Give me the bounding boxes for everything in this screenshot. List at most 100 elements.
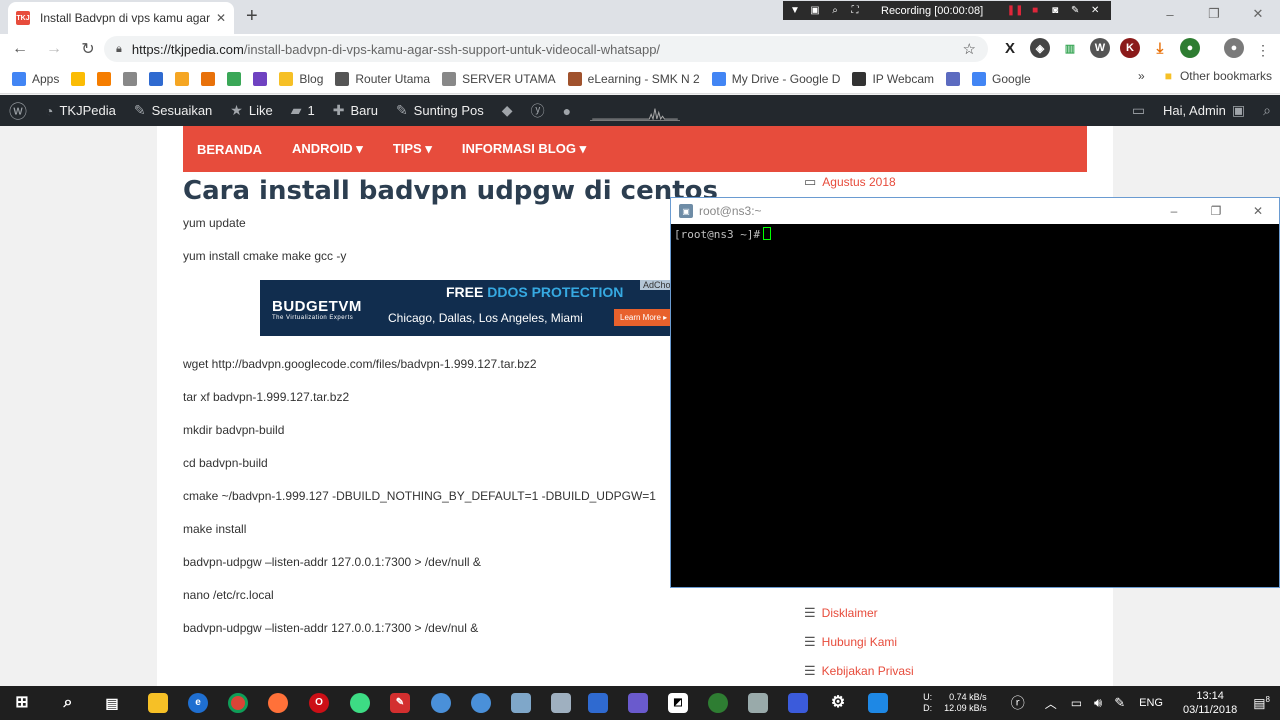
profile-avatar[interactable]: ● [1224, 38, 1244, 58]
terminal-minimize-button[interactable]: – [1153, 198, 1195, 224]
diamond-icon[interactable]: ◆ [493, 102, 522, 119]
taskbar-opera[interactable]: O [299, 686, 339, 720]
maximize-button[interactable]: ❐ [1192, 0, 1236, 28]
action-center-icon[interactable]: ▤8 [1253, 695, 1270, 711]
wordpress-logo-icon[interactable]: ⓦ [0, 98, 36, 124]
yoast-icon[interactable]: ⓨ [522, 101, 554, 121]
bookmark-item[interactable] [227, 71, 242, 86]
nav-tips[interactable]: TIPS ▾ [393, 141, 432, 157]
bookmark-item[interactable] [149, 71, 164, 86]
taskbar-app-5[interactable] [578, 686, 618, 720]
pen-icon[interactable]: ✎ [1069, 5, 1081, 17]
taskbar-file-explorer[interactable] [138, 686, 178, 720]
notification-icon[interactable]: ▭ [1123, 102, 1154, 119]
taskbar-chrome[interactable] [218, 686, 258, 720]
status-dot-icon[interactable]: ● [554, 103, 580, 119]
terminal-maximize-button[interactable]: ❐ [1195, 198, 1237, 224]
wordpress-extension-icon[interactable]: W [1090, 38, 1110, 58]
lock-icon[interactable]: 🔒︎ [116, 43, 122, 56]
bookmark-item[interactable] [946, 71, 961, 86]
page-link-disklaimer[interactable]: ☰ Disklaimer [804, 605, 878, 621]
taskbar-app-1[interactable] [421, 686, 461, 720]
wp-site-link[interactable]: ◔ TKJPedia [36, 103, 125, 119]
taskbar-app-10[interactable] [778, 686, 818, 720]
taskbar-settings[interactable]: ⚙ [818, 686, 858, 720]
task-view-button[interactable]: ▤ [92, 686, 132, 720]
wp-comments-link[interactable]: ▰ 1 [282, 102, 324, 119]
page-link-hubungi[interactable]: ☰ Hubungi Kami [804, 634, 897, 650]
volume-icon[interactable]: 🔊︎ [1094, 695, 1102, 711]
chevron-up-icon[interactable]: ︿ [1045, 695, 1057, 712]
minimize-button[interactable]: – [1148, 0, 1192, 28]
download-extension-icon[interactable]: ⤓ [1150, 38, 1170, 58]
bookmark-item[interactable] [253, 71, 268, 86]
stop-icon[interactable]: ■ [1029, 5, 1041, 17]
nav-beranda[interactable]: BERANDA [197, 142, 262, 157]
bookmark-star-icon[interactable]: ☆ [963, 40, 976, 58]
tab-close-icon[interactable]: ✕ [216, 11, 226, 25]
bookmark-item[interactable]: My Drive - Google D [711, 71, 840, 86]
archive-link[interactable]: ▭ Agustus 2018 [804, 174, 896, 190]
taskbar-red-app[interactable]: ✎ [380, 686, 420, 720]
pause-icon[interactable]: ❚❚ [1007, 5, 1024, 17]
taskbar-app-9[interactable] [738, 686, 778, 720]
taskbar-app-2[interactable] [461, 686, 501, 720]
bookmark-item[interactable] [71, 71, 86, 86]
camera-icon[interactable]: ◙ [1049, 5, 1061, 17]
page-link-privasi[interactable]: ☰ Kebijakan Privasi [804, 663, 914, 679]
clock[interactable]: 13:14 03/11/2018 [1183, 689, 1237, 717]
x-extension-icon[interactable]: X [1000, 38, 1020, 58]
taskbar-app-4[interactable] [541, 686, 581, 720]
wp-customize-link[interactable]: ✎ Sesuaikan [125, 102, 221, 119]
ad-banner[interactable]: BUDGETVM The Virtualization Experts FREE … [260, 280, 680, 336]
window-select-icon[interactable]: ▣ [809, 5, 821, 17]
close-button[interactable]: ✕ [1236, 0, 1280, 28]
zoom-icon[interactable]: ⌕ [829, 5, 841, 17]
bookmark-item[interactable]: SERVER UTAMA [442, 71, 556, 86]
terminal-window[interactable]: ▣ root@ns3:~ – ❐ ✕ [root@ns3 ~]# [670, 197, 1280, 588]
taskbar-app-8[interactable] [698, 686, 738, 720]
bookmark-item[interactable]: IP Webcam [852, 71, 934, 86]
wp-account-menu[interactable]: Hai, Admin ▣ [1154, 102, 1254, 119]
terminal-close-button[interactable]: ✕ [1237, 198, 1279, 224]
bookmark-item[interactable]: Blog [279, 71, 323, 86]
shield-extension-icon[interactable]: ◈ [1030, 38, 1050, 58]
pen-icon[interactable]: ✎ [1114, 695, 1125, 711]
search-icon[interactable]: ⌕ [1254, 102, 1280, 119]
search-button[interactable]: ⌕ [48, 686, 88, 720]
terminal-titlebar[interactable]: ▣ root@ns3:~ – ❐ ✕ [671, 198, 1279, 224]
taskbar-edge[interactable]: e [178, 686, 218, 720]
new-tab-button[interactable]: + [246, 5, 258, 28]
bookmark-item[interactable]: eLearning - SMK N 2 [567, 71, 700, 86]
bookmark-item[interactable] [175, 71, 190, 86]
taskbar-firefox[interactable] [258, 686, 298, 720]
ad-learn-more-button[interactable]: Learn More ▸ [614, 309, 674, 326]
wp-like-link[interactable]: ★ Like [221, 102, 281, 119]
terminal-output[interactable]: [root@ns3 ~]# [674, 227, 772, 241]
reload-icon[interactable]: ↻ [74, 39, 102, 59]
chart-extension-icon[interactable]: ▥ [1060, 38, 1080, 58]
nav-informasi-blog[interactable]: INFORMASI BLOG ▾ [462, 141, 586, 157]
bookmark-item[interactable]: Google [972, 71, 1031, 86]
more-bookmarks-button[interactable]: » [1138, 69, 1145, 83]
wp-edit-post-link[interactable]: ✎ Sunting Pos [387, 102, 493, 119]
stats-sparkline[interactable] [590, 101, 681, 121]
forward-icon[interactable]: → [40, 40, 68, 58]
bookmark-item[interactable] [201, 71, 216, 86]
bookmark-item[interactable]: Router Utama [335, 71, 430, 86]
people-icon[interactable]: ⓡ [1011, 693, 1025, 713]
taskbar-app-6[interactable] [618, 686, 658, 720]
wp-new-link[interactable]: ✚ Baru [324, 102, 387, 119]
bookmark-item[interactable]: Apps [12, 71, 59, 86]
globe-extension-icon[interactable]: ● [1180, 38, 1200, 58]
dropdown-icon[interactable]: ▼ [789, 5, 801, 17]
menu-icon[interactable]: ⋮ [1256, 42, 1270, 59]
taskbar-android-app[interactable] [340, 686, 380, 720]
language-indicator[interactable]: ENG [1139, 697, 1163, 709]
nav-android[interactable]: ANDROID ▾ [292, 141, 363, 157]
start-button[interactable]: ⊞ [2, 686, 42, 720]
address-bar[interactable]: 🔒︎ https://tkjpedia.com/install-badvpn-d… [104, 36, 988, 62]
network-icon[interactable]: ▭ [1071, 696, 1082, 710]
taskbar-app-7[interactable]: ◩ [658, 686, 698, 720]
taskbar-app-11[interactable] [858, 686, 898, 720]
